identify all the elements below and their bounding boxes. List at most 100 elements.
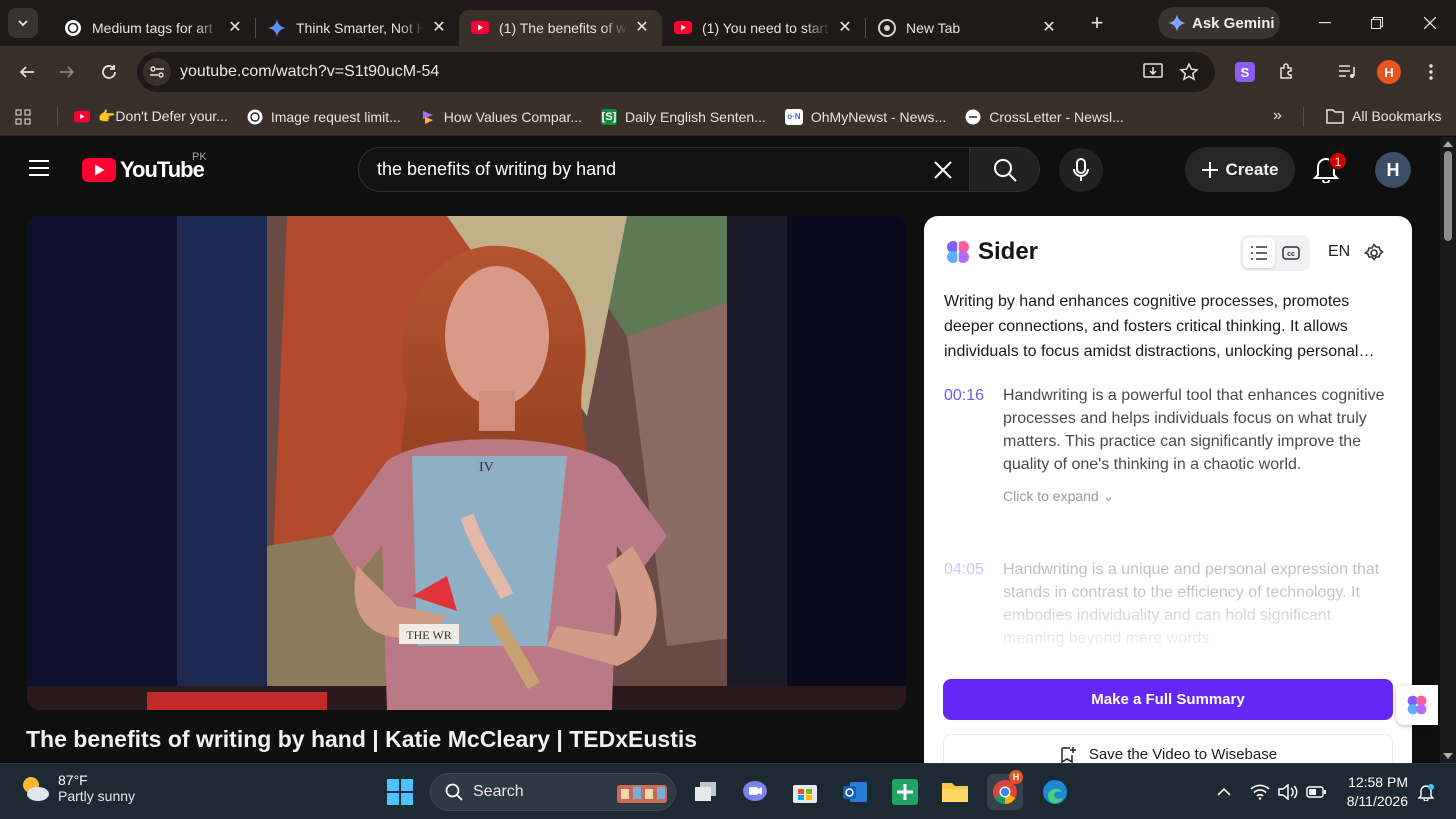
weather-condition: Partly sunny: [58, 788, 136, 804]
youtube-logo[interactable]: YouTube PK: [82, 151, 207, 183]
address-bar[interactable]: youtube.com/watch?v=S1t90ucM-54: [137, 52, 1215, 92]
sider-extension-icon[interactable]: S: [1233, 60, 1257, 84]
save-label: Save the Video to Wisebase: [1088, 746, 1278, 763]
svg-text:cc: cc: [1287, 251, 1295, 258]
extensions-puzzle-icon[interactable]: [1275, 60, 1299, 84]
windows-start-icon[interactable]: [382, 774, 418, 810]
search-label: Search: [473, 783, 524, 800]
close-window-icon[interactable]: [1404, 0, 1456, 46]
notifications-button[interactable]: 1: [1313, 152, 1347, 185]
gemini-icon: [1168, 14, 1186, 32]
bookmark-label: CrossLetter - Newsl...: [989, 108, 1124, 125]
wifi-icon[interactable]: [1250, 782, 1270, 802]
search-button[interactable]: [969, 148, 1039, 191]
tab-think-smarter[interactable]: Think Smarter, Not H ✕: [256, 10, 459, 46]
create-button[interactable]: Create: [1185, 147, 1295, 192]
youtube-search-box[interactable]: the benefits of writing by hand: [358, 147, 1040, 192]
back-arrow-icon[interactable]: [13, 58, 41, 86]
captions-view-icon[interactable]: cc: [1275, 238, 1307, 268]
bookmark-label: Image request limit...: [270, 108, 401, 125]
scroll-down-arrow-icon[interactable]: [1443, 753, 1453, 759]
make-full-summary-button[interactable]: Make a Full Summary: [943, 679, 1393, 720]
google-sheets-plus-icon[interactable]: [887, 774, 923, 810]
chevron-down-icon: ⌄: [1102, 488, 1115, 504]
site-info-icon[interactable]: [143, 58, 171, 86]
language-selector[interactable]: EN: [1328, 243, 1350, 261]
chrome-icon: [878, 19, 896, 37]
click-to-expand[interactable]: Click to expand ⌄: [1003, 488, 1396, 505]
bookmark-item[interactable]: CrossLetter - Newsl...: [965, 109, 1124, 125]
tab-title: New Tab: [906, 20, 961, 36]
close-tab-icon[interactable]: ✕: [634, 20, 650, 36]
tab-new-tab[interactable]: New Tab ✕: [866, 10, 1069, 46]
close-tab-icon[interactable]: ✕: [227, 20, 243, 36]
bookmark-item[interactable]: [S] Daily English Senten...: [601, 108, 766, 125]
system-clock[interactable]: 12:58 PM 8/11/2026: [1338, 773, 1408, 811]
bookmark-item[interactable]: Image request limit...: [247, 109, 401, 125]
taskbar-search[interactable]: Search: [430, 773, 676, 811]
all-bookmarks-button[interactable]: All Bookmarks: [1326, 108, 1441, 124]
media-controls-icon[interactable]: [1336, 60, 1360, 84]
hamburger-menu-icon[interactable]: [28, 159, 54, 181]
edge-icon[interactable]: [1037, 774, 1073, 810]
ohmynews-icon: o·N: [784, 108, 803, 125]
battery-icon[interactable]: [1306, 782, 1326, 802]
bookmark-item[interactable]: 👉Don't Defer your...: [74, 108, 228, 125]
tab-search-button[interactable]: [8, 8, 38, 38]
tab-medium-tags[interactable]: Medium tags for art ✕: [52, 10, 255, 46]
all-bookmarks-label: All Bookmarks: [1352, 108, 1442, 124]
teams-chat-icon[interactable]: [737, 774, 773, 810]
key-point[interactable]: 00:16 Handwriting is a powerful tool tha…: [944, 384, 1396, 505]
install-app-icon[interactable]: [1141, 60, 1165, 84]
sider-header: Sider: [944, 238, 1038, 266]
bookmark-item[interactable]: o·N OhMyNewst - News...: [784, 108, 946, 125]
close-tab-icon[interactable]: ✕: [837, 20, 853, 36]
settings-gear-icon[interactable]: [1364, 243, 1386, 265]
save-to-wisebase-button[interactable]: Save the Video to Wisebase: [943, 734, 1393, 763]
timestamp-link[interactable]: 00:16: [944, 384, 1003, 505]
microsoft-store-icon[interactable]: [787, 774, 823, 810]
profile-avatar[interactable]: H: [1377, 60, 1401, 84]
forward-arrow-icon[interactable]: [53, 58, 81, 86]
bookmark-item[interactable]: How Values Compar...: [420, 109, 582, 125]
weather-widget[interactable]: 87°F Partly sunny: [20, 772, 135, 804]
tab-benefits-of-writing[interactable]: (1) The benefits of w ✕: [459, 10, 662, 46]
close-tab-icon[interactable]: ✕: [1041, 20, 1057, 36]
search-icon: [445, 783, 463, 801]
video-frame: THE WR IV: [27, 216, 906, 710]
tab-you-need-to-start[interactable]: (1) You need to start ✕: [662, 10, 865, 46]
s-bracket-icon: [S]: [601, 108, 618, 125]
search-input[interactable]: the benefits of writing by hand: [377, 159, 929, 180]
account-avatar[interactable]: H: [1375, 152, 1411, 188]
video-player[interactable]: THE WR IV: [27, 216, 906, 710]
minimize-icon[interactable]: [1299, 0, 1351, 46]
more-bookmarks-chevron-icon[interactable]: »: [1273, 107, 1282, 125]
list-view-icon[interactable]: [1243, 238, 1275, 268]
ask-gemini-button[interactable]: Ask Gemini: [1158, 7, 1280, 39]
new-tab-plus-icon[interactable]: +: [1083, 9, 1111, 37]
windows-taskbar: 87°F Partly sunny Search H 12:58 PM 8/11…: [0, 763, 1456, 819]
scrollbar-thumb[interactable]: [1444, 151, 1452, 241]
scroll-up-arrow-icon[interactable]: [1443, 141, 1453, 147]
reload-icon[interactable]: [95, 58, 123, 86]
apps-grid-icon[interactable]: [15, 109, 31, 125]
bookmark-star-icon[interactable]: [1177, 60, 1201, 84]
task-view-icon[interactable]: [688, 774, 724, 810]
openai-icon: [247, 109, 263, 125]
voice-search-button[interactable]: [1059, 148, 1103, 192]
notification-bell-icon[interactable]: [1416, 782, 1436, 802]
close-tab-icon[interactable]: ✕: [431, 20, 447, 36]
restore-icon[interactable]: [1351, 0, 1403, 46]
file-explorer-icon[interactable]: [937, 774, 973, 810]
openai-icon: [64, 19, 82, 37]
sider-floating-button[interactable]: [1396, 685, 1438, 725]
tab-title: Medium tags for art: [92, 20, 213, 36]
volume-icon[interactable]: [1278, 782, 1298, 802]
outlook-icon[interactable]: [837, 774, 873, 810]
chrome-taskbar-icon[interactable]: H: [987, 770, 1023, 810]
show-hidden-icons-chevron[interactable]: [1214, 782, 1234, 802]
clear-search-icon[interactable]: [929, 156, 957, 184]
more-vertical-icon[interactable]: [1419, 60, 1443, 84]
page-scrollbar[interactable]: [1440, 137, 1456, 763]
video-summary: Writing by hand enhances cognitive proce…: [944, 293, 1375, 360]
